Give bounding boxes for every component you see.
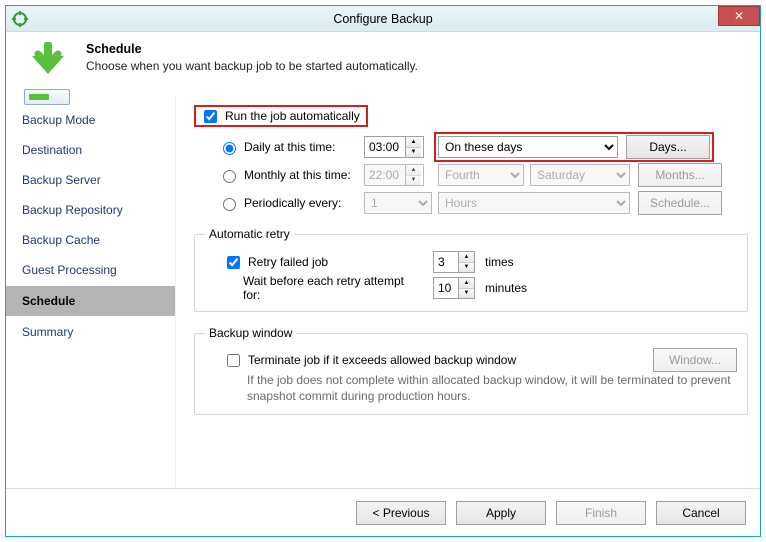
retry-wait-input[interactable]: ▲▼ xyxy=(433,277,475,299)
monthly-week-select: Fourth xyxy=(438,164,524,186)
retry-times-input[interactable]: ▲▼ xyxy=(433,251,475,273)
wizard-sidebar: Backup Mode Destination Backup Server Ba… xyxy=(6,97,176,499)
titlebar: Configure Backup ✕ xyxy=(6,6,760,32)
wizard-header: Schedule Choose when you want backup job… xyxy=(6,32,760,97)
usb-icon xyxy=(24,89,70,105)
retry-legend: Automatic retry xyxy=(205,227,294,241)
header-subtitle: Choose when you want backup job to be st… xyxy=(86,59,418,73)
run-automatically-checkbox[interactable]: Run the job automatically xyxy=(200,107,360,126)
window-legend: Backup window xyxy=(205,326,296,340)
sidebar-item-backup-repository[interactable]: Backup Repository xyxy=(6,195,175,225)
sidebar-item-summary[interactable]: Summary xyxy=(6,317,175,347)
sidebar-item-destination[interactable]: Destination xyxy=(6,135,175,165)
window-hint: If the job does not complete within allo… xyxy=(205,372,737,404)
window-title: Configure Backup xyxy=(6,12,760,26)
schedule-icon xyxy=(24,42,72,90)
periodic-radio[interactable]: Periodically every: xyxy=(218,195,341,211)
apply-button[interactable]: Apply xyxy=(456,501,546,525)
days-mode-select[interactable]: On these days xyxy=(438,136,618,158)
finish-button: Finish xyxy=(556,501,646,525)
daily-time-input[interactable]: ▲▼ xyxy=(364,136,424,158)
schedule-panel: Run the job automatically Daily at this … xyxy=(176,97,760,499)
retry-checkbox[interactable]: Retry failed job xyxy=(223,253,423,272)
close-button[interactable]: ✕ xyxy=(718,6,760,26)
terminate-checkbox[interactable]: Terminate job if it exceeds allowed back… xyxy=(223,351,516,370)
daily-time-spinner[interactable]: ▲▼ xyxy=(405,137,421,157)
cancel-button[interactable]: Cancel xyxy=(656,501,746,525)
monthly-radio[interactable]: Monthly at this time: xyxy=(218,167,351,183)
periodic-value-select: 1 xyxy=(364,192,432,214)
backup-window-group: Backup window Terminate job if it exceed… xyxy=(194,326,748,415)
window-button: Window... xyxy=(653,348,737,372)
retry-wait-suffix: minutes xyxy=(485,281,527,295)
schedule-button: Schedule... xyxy=(638,191,722,215)
sidebar-item-backup-cache[interactable]: Backup Cache xyxy=(6,225,175,255)
periodic-unit-select: Hours xyxy=(438,192,630,214)
run-automatically-label: Run the job automatically xyxy=(225,109,360,123)
configure-backup-window: Configure Backup ✕ Schedule Choose when … xyxy=(5,5,761,537)
months-button: Months... xyxy=(638,163,722,187)
header-title: Schedule xyxy=(86,42,418,56)
retry-times-suffix: times xyxy=(485,255,514,269)
days-button[interactable]: Days... xyxy=(626,135,710,159)
sidebar-item-backup-mode[interactable]: Backup Mode xyxy=(6,105,175,135)
daily-radio[interactable]: Daily at this time: xyxy=(218,139,335,155)
close-icon: ✕ xyxy=(734,10,744,22)
previous-button[interactable]: < Previous xyxy=(356,501,446,525)
automatic-retry-group: Automatic retry Retry failed job ▲▼ time… xyxy=(194,227,748,312)
sidebar-item-backup-server[interactable]: Backup Server xyxy=(6,165,175,195)
retry-wait-label: Wait before each retry attempt for: xyxy=(243,274,423,302)
wizard-footer: < Previous Apply Finish Cancel xyxy=(6,488,760,536)
run-automatically-input[interactable] xyxy=(204,110,217,123)
monthly-time-input: ▲▼ xyxy=(364,164,424,186)
monthly-day-select: Saturday xyxy=(530,164,630,186)
sidebar-item-schedule[interactable]: Schedule xyxy=(6,285,175,317)
sidebar-item-guest-processing[interactable]: Guest Processing xyxy=(6,255,175,285)
